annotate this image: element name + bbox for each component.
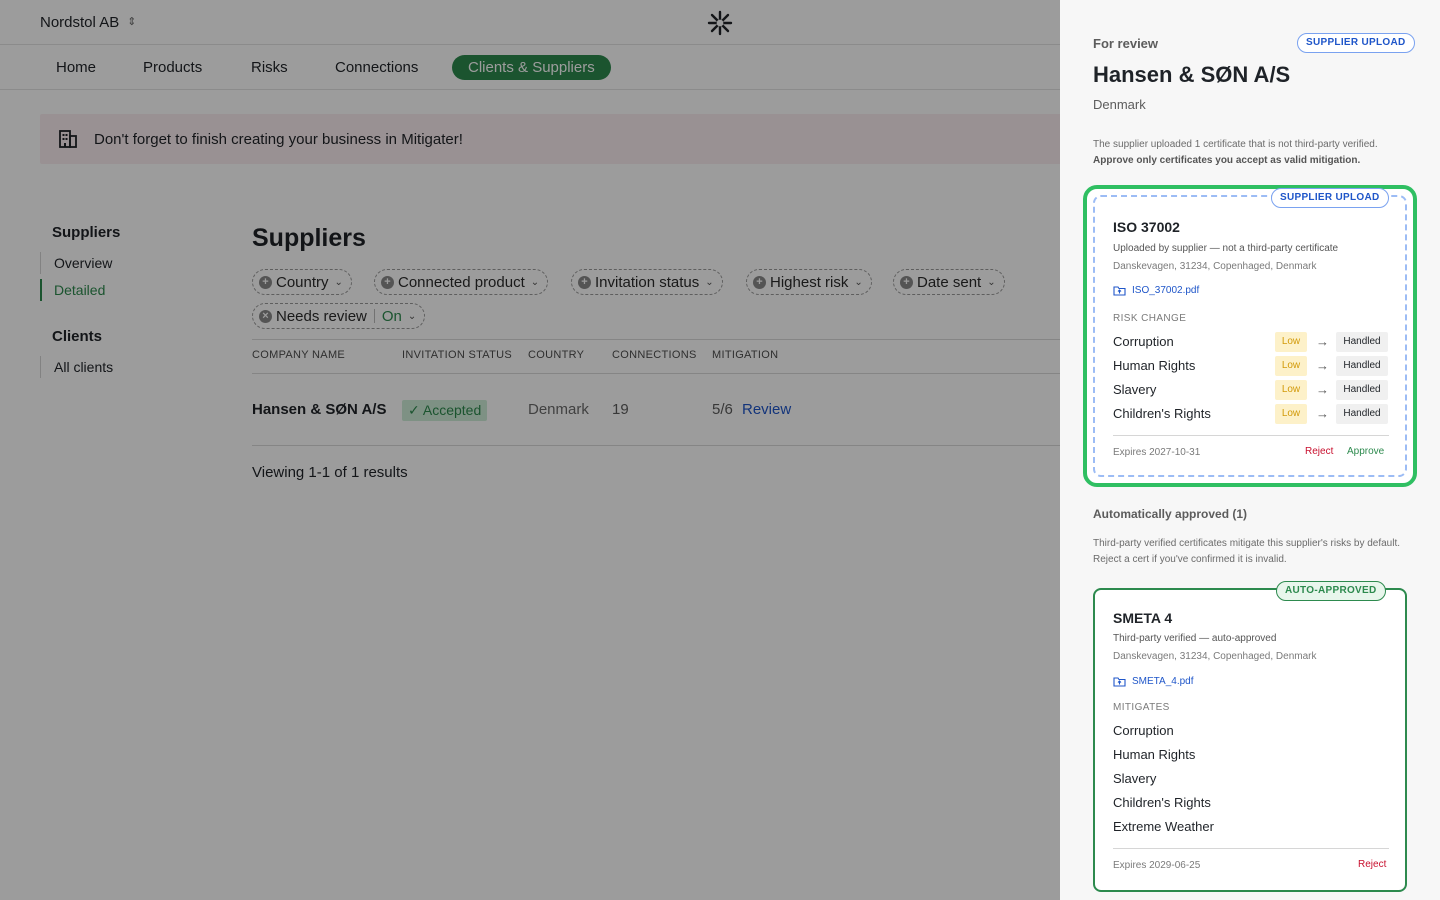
arrow-right-icon: → (1316, 382, 1329, 397)
mitigates-label: MITIGATES (1113, 702, 1170, 713)
certificate-file-link[interactable]: SMETA_4.pdf (1113, 676, 1194, 687)
certificate-file-link[interactable]: ISO_37002.pdf (1113, 285, 1199, 296)
risk-change-row: Human Rights Low → Handled (1113, 356, 1389, 376)
folder-upload-icon (1113, 286, 1126, 296)
auto-approved-note: Third-party verified certificates mitiga… (1093, 538, 1401, 565)
review-notice: The supplier uploaded 1 certificate that… (1093, 137, 1413, 169)
folder-upload-icon (1113, 677, 1126, 687)
risk-name: Slavery (1113, 382, 1157, 397)
certificate-title: ISO 37002 (1113, 219, 1180, 235)
file-name: ISO_37002.pdf (1132, 285, 1200, 296)
risk-name: Children's Rights (1113, 406, 1211, 421)
auto-approved-certificate-card: AUTO-APPROVED SMETA 4 Third-party verifi… (1093, 581, 1407, 892)
certificate-address: Danskevagen, 31234, Copenhaged, Denmark (1113, 261, 1317, 272)
risk-change-label: RISK CHANGE (1113, 313, 1187, 324)
certificate-title: SMETA 4 (1113, 610, 1173, 626)
risk-level-badge: Low (1275, 404, 1307, 424)
approve-button[interactable]: Approve (1347, 446, 1384, 457)
notice-emphasis: Approve only certificates you accept as … (1093, 155, 1361, 166)
drawer-eyebrow: For review (1093, 36, 1159, 51)
arrow-right-icon: → (1316, 334, 1329, 349)
notice-line: The supplier uploaded 1 certificate that… (1093, 139, 1378, 150)
risk-change-row: Corruption Low → Handled (1113, 332, 1389, 352)
risk-change-row: Slavery Low → Handled (1113, 380, 1389, 400)
risk-name: Corruption (1113, 334, 1174, 349)
supplier-country: Denmark (1093, 97, 1146, 112)
certificate-dashed-frame: SUPPLIER UPLOAD ISO 37002 Uploaded by su… (1093, 188, 1407, 477)
mitigated-risk: Slavery (1113, 771, 1157, 786)
handled-badge: Handled (1336, 380, 1388, 400)
risk-name: Human Rights (1113, 358, 1196, 373)
certificate-expiry: Expires 2027-10-31 (1113, 447, 1201, 458)
certificate-address: Danskevagen, 31234, Copenhaged, Denmark (1113, 651, 1317, 662)
supplier-name: Hansen & SØN A/S (1093, 62, 1291, 87)
file-name: SMETA_4.pdf (1132, 676, 1194, 687)
risk-level-badge: Low (1275, 356, 1307, 376)
review-drawer: For review SUPPLIER UPLOAD Hansen & SØN … (1060, 0, 1440, 900)
card-divider (1113, 848, 1389, 849)
reject-button[interactable]: Reject (1305, 446, 1333, 457)
supplier-upload-tag: SUPPLIER UPLOAD (1297, 33, 1415, 53)
risk-level-badge: Low (1275, 332, 1307, 352)
certificate-subtitle: Uploaded by supplier — not a third-party… (1113, 243, 1339, 254)
mitigated-risk: Human Rights (1113, 747, 1196, 762)
mitigated-risk: Children's Rights (1113, 795, 1211, 810)
handled-badge: Handled (1336, 332, 1388, 352)
reject-button[interactable]: Reject (1358, 859, 1386, 870)
risk-level-badge: Low (1275, 380, 1307, 400)
modal-backdrop[interactable] (0, 0, 1060, 900)
risk-change-row: Children's Rights Low → Handled (1113, 404, 1389, 424)
mitigated-risk: Extreme Weather (1113, 819, 1214, 834)
auto-approved-heading: Automatically approved (1) (1093, 507, 1248, 521)
certificate-expiry: Expires 2029-06-25 (1113, 860, 1201, 871)
arrow-right-icon: → (1316, 406, 1329, 421)
arrow-right-icon: → (1316, 358, 1329, 373)
auto-approved-tag: AUTO-APPROVED (1276, 581, 1386, 601)
certificate-subtitle: Third-party verified — auto-approved (1113, 633, 1277, 644)
review-certificate-card: SUPPLIER UPLOAD ISO 37002 Uploaded by su… (1083, 185, 1417, 487)
handled-badge: Handled (1336, 356, 1388, 376)
card-divider (1113, 435, 1389, 436)
mitigated-risk: Corruption (1113, 723, 1174, 738)
card-supplier-upload-tag: SUPPLIER UPLOAD (1271, 188, 1389, 208)
handled-badge: Handled (1336, 404, 1388, 424)
